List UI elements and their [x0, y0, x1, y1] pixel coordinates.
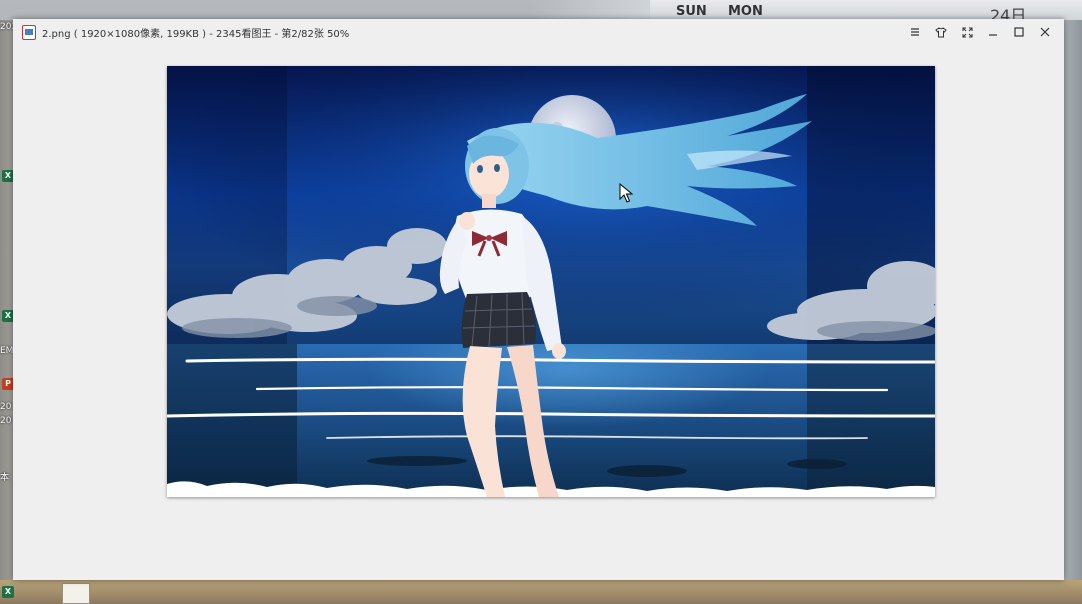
minimize-button[interactable]: [980, 23, 1006, 41]
fullscreen-icon: [962, 27, 972, 37]
menu-icon: [911, 28, 919, 36]
document-thumbnail-icon[interactable]: [62, 583, 90, 604]
desktop-file-label[interactable]: 20: [0, 416, 11, 426]
menu-button[interactable]: [902, 23, 928, 41]
desktop-icon-column: 2021.xls X X EM P 20 20 本: [0, 20, 38, 604]
image-viewer-window: 2.png ( 1920×1080像素, 199KB ) - 2345看图王 -…: [13, 19, 1064, 580]
skin-button[interactable]: [928, 23, 954, 41]
excel-file-icon[interactable]: X: [2, 586, 14, 598]
calendar-day-mon: MON: [728, 4, 763, 19]
window-controls: [902, 23, 1058, 41]
mouse-cursor-icon: [619, 183, 633, 203]
desktop-right-edge: [1063, 20, 1082, 580]
close-button[interactable]: [1032, 23, 1058, 41]
desktop-file-label[interactable]: 本: [0, 470, 9, 483]
desktop-bottom-area: X: [0, 580, 1082, 604]
minimize-icon: [989, 34, 997, 36]
maximize-icon: [1014, 27, 1024, 37]
maximize-button[interactable]: [1006, 23, 1032, 41]
fullscreen-button[interactable]: [954, 23, 980, 41]
close-icon: [1040, 27, 1050, 37]
desktop-file-label[interactable]: EM: [0, 346, 13, 356]
shirt-icon: [935, 26, 947, 37]
image-file-icon: [22, 24, 36, 40]
displayed-image[interactable]: [167, 66, 935, 497]
anime-girl-illustration: [167, 66, 935, 497]
window-title: 2.png ( 1920×1080像素, 199KB ) - 2345看图王 -…: [42, 28, 350, 40]
title-bar[interactable]: 2.png ( 1920×1080像素, 199KB ) - 2345看图王 -…: [13, 19, 1064, 45]
desktop-file-label[interactable]: 20: [0, 402, 11, 412]
calendar-day-sun: SUN: [676, 4, 707, 19]
